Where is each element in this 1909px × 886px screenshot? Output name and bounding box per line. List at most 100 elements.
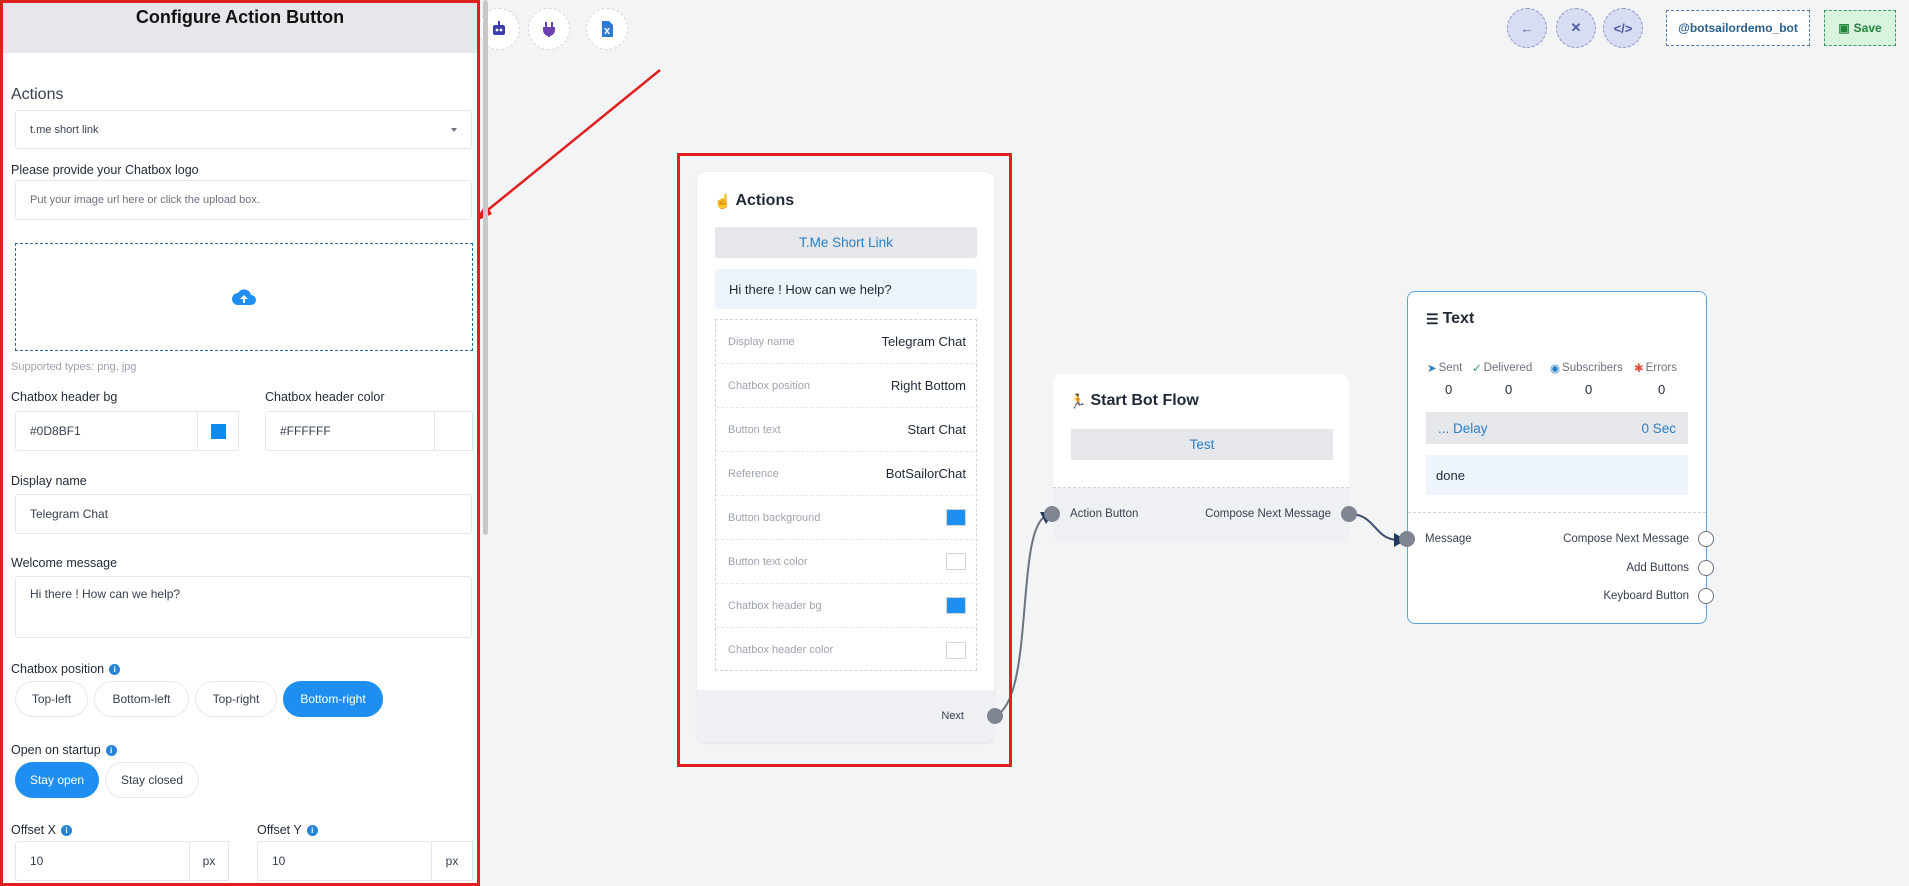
text-node-title: ☰ Text	[1426, 310, 1474, 328]
action-node[interactable]: ☝ Actions T.Me Short Link Hi there ! How…	[697, 172, 994, 742]
lines-icon: ☰	[1426, 310, 1439, 327]
prop-row: Chatbox position Right Bottom	[716, 364, 978, 408]
position-top-right[interactable]: Top-right	[195, 681, 277, 717]
stay-closed-option[interactable]: Stay closed	[105, 762, 199, 798]
delay-label: ... Delay	[1438, 420, 1488, 436]
prop-value: Telegram Chat	[881, 334, 966, 349]
action-node-title: ☝ Actions	[714, 192, 794, 210]
compose-next-port-label: Compose Next Message	[1563, 533, 1689, 545]
add-buttons-port-label: Add Buttons	[1626, 562, 1689, 574]
prop-row: Button text color	[716, 540, 978, 584]
prop-key: Button text color	[728, 555, 808, 568]
prop-row: Chatbox header color	[716, 628, 978, 672]
next-port-label: Next	[941, 710, 964, 722]
position-bottom-right[interactable]: Bottom-right	[283, 681, 383, 717]
display-name-input[interactable]: Telegram Chat	[15, 494, 472, 534]
offset-y-label-text: Offset Y	[257, 823, 302, 837]
connector-compose-to-message	[1349, 513, 1399, 541]
stat-delivered-value: 0	[1505, 382, 1513, 397]
stat-label: Errors	[1645, 362, 1677, 374]
position-bottom-left[interactable]: Bottom-left	[94, 681, 189, 717]
supported-types-hint: Supported types: png, jpg	[11, 361, 137, 373]
keyboard-button-port-label: Keyboard Button	[1603, 590, 1689, 602]
check-circle-icon: ✓	[1472, 363, 1482, 375]
header-color-input[interactable]: #FFFFFF	[265, 411, 435, 451]
text-node[interactable]: ☰ Text ➤ Sent ✓ Delivered ◉ Subscribers ✱ Er…	[1407, 291, 1707, 624]
offset-x-label: Offset X i	[11, 823, 72, 837]
display-name-label: Display name	[11, 474, 87, 488]
paper-plane-icon: ➤	[1427, 363, 1437, 375]
action-button-input-port[interactable]	[1044, 506, 1060, 522]
flow-node-title-text: Start Bot Flow	[1090, 392, 1199, 409]
header-bg-input[interactable]: #0D8BF1	[15, 411, 198, 451]
action-node-title-text: Actions	[735, 192, 795, 209]
logo-upload-box[interactable]	[15, 243, 473, 351]
start-bot-flow-node[interactable]: 🏃 Start Bot Flow Test Action Button Comp…	[1053, 374, 1349, 542]
header-color-picker[interactable]	[434, 411, 473, 451]
compose-next-output-port[interactable]	[1698, 531, 1714, 547]
prop-key: Button background	[728, 511, 821, 524]
button-background-swatch	[946, 509, 966, 526]
logo-url-input[interactable]: Put your image url here or click the upl…	[15, 180, 472, 220]
hand-pointer-icon: ☝	[714, 192, 732, 209]
action-type-value: t.me short link	[30, 123, 99, 136]
compose-next-output-port[interactable]	[1341, 506, 1357, 522]
chatbox-position-label: Chatbox position i	[11, 662, 121, 676]
stat-label: Sent	[1438, 362, 1463, 374]
flow-node-title: 🏃 Start Bot Flow	[1069, 392, 1199, 410]
panel-scrollbar[interactable]	[483, 0, 488, 535]
stat-sent: ➤ Sent	[1427, 361, 1462, 375]
info-icon: i	[105, 744, 117, 756]
message-port-label: Message	[1425, 533, 1472, 545]
offset-x-label-text: Offset X	[11, 823, 56, 837]
running-person-icon: 🏃	[1069, 392, 1087, 409]
position-top-left[interactable]: Top-left	[15, 681, 88, 717]
stat-subscribers-value: 0	[1585, 382, 1593, 397]
flow-node-body: 🏃 Start Bot Flow Test	[1053, 374, 1349, 488]
prop-row: Reference BotSailorChat	[716, 452, 978, 496]
action-button-port-label: Action Button	[1070, 508, 1139, 520]
prop-key: Chatbox header bg	[728, 599, 822, 612]
welcome-message-label: Welcome message	[11, 556, 118, 570]
actions-heading: Actions	[11, 86, 64, 103]
prop-value: Start Chat	[907, 422, 966, 437]
prop-key: Chatbox position	[728, 379, 810, 392]
info-icon: i	[109, 663, 121, 675]
stat-subscribers: ◉ Subscribers	[1550, 361, 1623, 375]
logo-label: Please provide your Chatbox logo	[11, 163, 199, 177]
header-color-swatch	[946, 641, 966, 659]
tme-short-link-button[interactable]: T.Me Short Link	[715, 227, 977, 258]
action-type-select[interactable]: t.me short link	[15, 110, 472, 149]
info-icon: i	[306, 824, 318, 836]
divider	[1408, 512, 1706, 513]
stat-delivered: ✓ Delivered	[1472, 361, 1532, 375]
open-on-startup-label: Open on startup i	[11, 743, 117, 757]
welcome-message-textarea[interactable]: Hi there ! How can we help?	[15, 576, 472, 638]
cloud-upload-icon	[232, 289, 256, 305]
header-bg-color-picker[interactable]	[197, 411, 239, 451]
offset-x-input[interactable]: 10	[15, 841, 190, 881]
prop-key: Display name	[728, 335, 795, 348]
stat-label: Subscribers	[1562, 362, 1623, 374]
offset-x-unit: px	[189, 841, 229, 881]
prop-row: Chatbox header bg	[716, 584, 978, 628]
prop-key: Reference	[728, 467, 779, 480]
next-output-port[interactable]	[987, 708, 1003, 724]
annotation-arrow-line	[477, 69, 661, 219]
offset-y-unit: px	[431, 841, 473, 881]
keyboard-button-output-port[interactable]	[1698, 588, 1714, 604]
button-text-color-swatch	[946, 553, 966, 570]
delay-bar[interactable]: ... Delay 0 Sec	[1426, 412, 1688, 444]
prop-row: Button text Start Chat	[716, 408, 978, 452]
stat-errors-value: 0	[1658, 382, 1666, 397]
info-icon: i	[60, 824, 72, 836]
test-button[interactable]: Test	[1071, 429, 1333, 460]
text-node-title-text: Text	[1442, 310, 1475, 327]
add-buttons-output-port[interactable]	[1698, 560, 1714, 576]
panel-title: Configure Action Button	[3, 3, 477, 53]
bug-icon: ✱	[1634, 363, 1644, 375]
stay-open-option[interactable]: Stay open	[15, 762, 99, 798]
offset-y-input[interactable]: 10	[257, 841, 432, 881]
message-input-port[interactable]	[1399, 531, 1415, 547]
delay-value: 0 Sec	[1641, 420, 1676, 436]
